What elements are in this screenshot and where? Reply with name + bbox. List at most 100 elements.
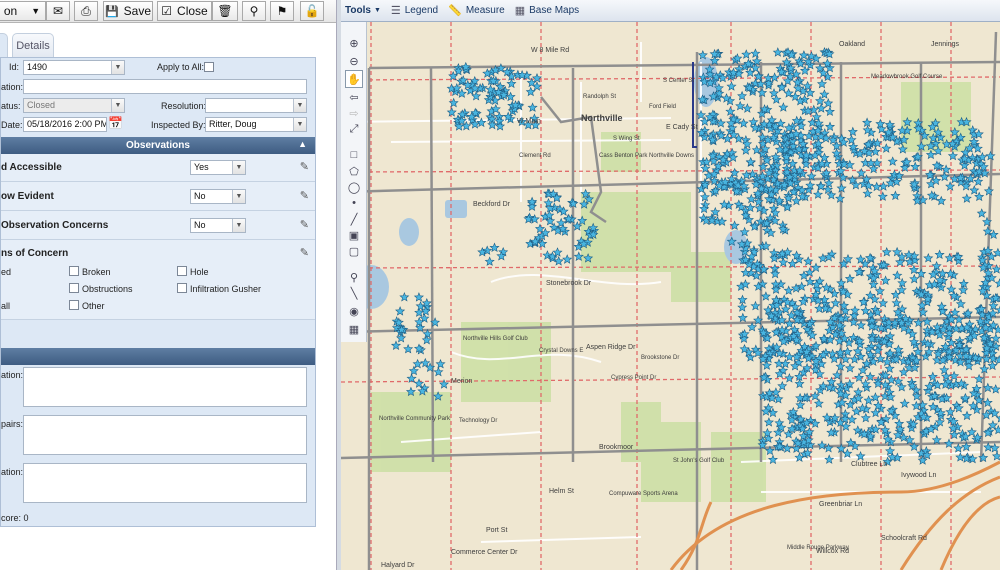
concern-checkbox[interactable] [69, 266, 79, 276]
tools-menu[interactable]: Tools ▼ [345, 5, 381, 16]
concerns-block: ns of Concern ✎ ed Broken Hole Obstructi… [1, 240, 315, 320]
map-label: Greenbriar Ln [819, 501, 862, 508]
close-label: Close [177, 4, 208, 18]
map-label: Helm St [549, 488, 574, 495]
observation-select[interactable]: Yes ▼ [190, 160, 246, 175]
inspected-by-value: Ritter, Doug [209, 119, 257, 129]
map-label: Brookstone Dr [641, 355, 679, 361]
id-value: 1490 [27, 62, 48, 72]
observations-header[interactable]: Observations ▲ [1, 137, 315, 154]
envelope-icon: ✉ [52, 4, 64, 18]
concern-checkbox[interactable] [177, 283, 187, 293]
legend-label: Legend [404, 5, 439, 16]
pencil-icon[interactable]: ✎ [300, 246, 309, 259]
flag-button[interactable]: ⚑ [270, 1, 294, 21]
map-label: Meadowbrook Golf Course [871, 74, 943, 80]
clear-selection-icon[interactable]: ▢ [345, 242, 363, 260]
map-label: Schoolcraft Rd [881, 535, 927, 542]
observation-row: d Accessible Yes ▼ ✎ [1, 154, 315, 182]
concern-checkbox[interactable] [177, 266, 187, 276]
concern-checkbox[interactable] [69, 283, 79, 293]
chevron-down-icon: ▼ [111, 99, 124, 112]
checkbox-icon: ☑ [161, 4, 173, 18]
legend-button[interactable]: ☰ Legend [391, 4, 438, 17]
printer-icon: ⎙ [81, 3, 91, 18]
chevron-down-icon: ▼ [373, 7, 381, 14]
binoculars-icon[interactable]: ◉ [345, 302, 363, 320]
concern-checkbox[interactable] [69, 300, 79, 310]
chevron-down-icon[interactable]: ▼ [111, 61, 124, 74]
resolution-select[interactable]: ▼ [205, 98, 307, 113]
map-canvas[interactable]: Northville W 8 Mile Rd W Main E Cady St … [340, 22, 1000, 570]
pencil-icon[interactable]: ✎ [300, 218, 309, 231]
map-label: Technology Dr [459, 418, 497, 424]
unlock-button[interactable]: 🔓 [300, 1, 324, 21]
map-label: S Center St [663, 78, 694, 84]
chevron-down-icon: ▼ [232, 219, 245, 232]
measure-button[interactable]: 📏 Measure [448, 4, 505, 17]
collapse-up-icon[interactable]: ▲ [298, 139, 307, 149]
apply-all-checkbox[interactable] [204, 62, 214, 72]
map-label: Middle Rouge Parkway [787, 545, 849, 551]
email-button[interactable]: ✉ [46, 1, 70, 21]
map-pin-icon: ⚲ [249, 4, 259, 18]
concern-option: Hole [190, 267, 209, 277]
zoom-out-icon[interactable]: ⊖ [345, 52, 363, 70]
inspected-by-label: Inspected By: [151, 120, 206, 130]
map-label: W 8 Mile Rd [531, 47, 569, 54]
map-label: Aspen Ridge Dr [586, 344, 636, 351]
inspection-form: Id: 1490 ▼ Apply to All: ation: atus: Cl… [0, 57, 316, 527]
notes-label: ation: [1, 370, 24, 380]
map-label: Northville Community Park [379, 416, 451, 422]
id-field[interactable]: 1490 ▼ [23, 60, 125, 75]
trash-icon: 🗑 [217, 4, 233, 18]
observation-label: Observation Concerns [1, 220, 109, 231]
observation-row: ow Evident No ▼ ✎ [1, 182, 315, 211]
print-button[interactable]: ⎙ [74, 1, 98, 21]
map-label: Cass Benton Park [599, 153, 648, 159]
tab-main[interactable] [0, 33, 8, 57]
zoom-in-icon[interactable]: ⊕ [345, 34, 363, 52]
calendar-icon[interactable]: 📅 [108, 116, 123, 130]
repairs-textarea[interactable] [23, 415, 307, 455]
map-toolbar: Tools ▼ ☰ Legend 📏 Measure ▦ Base Maps [341, 0, 1000, 22]
tab-details-label: Details [16, 39, 50, 52]
observation-select[interactable]: No ▼ [190, 189, 246, 204]
full-extent-icon[interactable]: ⤢ [345, 120, 363, 138]
date-value: 05/18/2016 2:00 PM [27, 119, 107, 129]
tab-strip: Details [0, 23, 336, 57]
observation-select[interactable]: No ▼ [190, 218, 246, 233]
date-field[interactable]: 05/18/2016 2:00 PM [23, 117, 107, 132]
map-book-icon[interactable]: ▦ [345, 320, 363, 338]
chevron-down-icon: ▼ [293, 99, 306, 112]
recommendation-textarea[interactable] [23, 463, 307, 503]
save-button[interactable]: 💾 Save [103, 1, 153, 21]
inspected-by-select[interactable]: Ritter, Doug ▼ [205, 117, 307, 132]
map-view[interactable]: Northville W 8 Mile Rd W Main E Cady St … [340, 22, 1000, 570]
locate-button[interactable]: ⚲ [242, 1, 266, 21]
tab-details[interactable]: Details [12, 33, 54, 57]
map-label: Beckford Dr [473, 201, 511, 208]
notes-textarea[interactable] [23, 367, 307, 407]
map-label: Merion [451, 378, 473, 385]
status-select[interactable]: Closed ▼ [23, 98, 125, 113]
notes-header[interactable] [1, 348, 315, 365]
measure-line-icon[interactable]: ╲ [345, 284, 363, 302]
record-select-label: on [3, 4, 18, 18]
date-label: Date: [1, 120, 23, 130]
map-tools-sidebar: ⊕ ⊖ ✋ ⇦ ⇨ ⤢ □ ⬠ ◯ • ╱ ▣ ▢ ⚲ ╲ ◉ ▦ [341, 22, 367, 342]
form-toolbar: on ▼ ✉ ⎙ 💾 Save ☑ Close 🗑 ⚲ ⚑ 🔓 [0, 0, 336, 23]
pencil-icon[interactable]: ✎ [300, 189, 309, 202]
observation-label: d Accessible [1, 162, 62, 173]
close-button[interactable]: ☑ Close [157, 1, 212, 21]
pan-hand-icon[interactable]: ✋ [345, 70, 363, 88]
unlock-icon: 🔓 [304, 4, 320, 18]
delete-button[interactable]: 🗑 [212, 1, 238, 21]
concern-option: Broken [82, 267, 111, 277]
map-label: Commerce Center Dr [451, 549, 518, 556]
concern-option: Obstructions [82, 284, 133, 294]
record-select-button[interactable]: on ▼ [0, 1, 46, 21]
basemaps-button[interactable]: ▦ Base Maps [515, 4, 579, 17]
location-field[interactable] [23, 79, 307, 94]
pencil-icon[interactable]: ✎ [300, 160, 309, 173]
